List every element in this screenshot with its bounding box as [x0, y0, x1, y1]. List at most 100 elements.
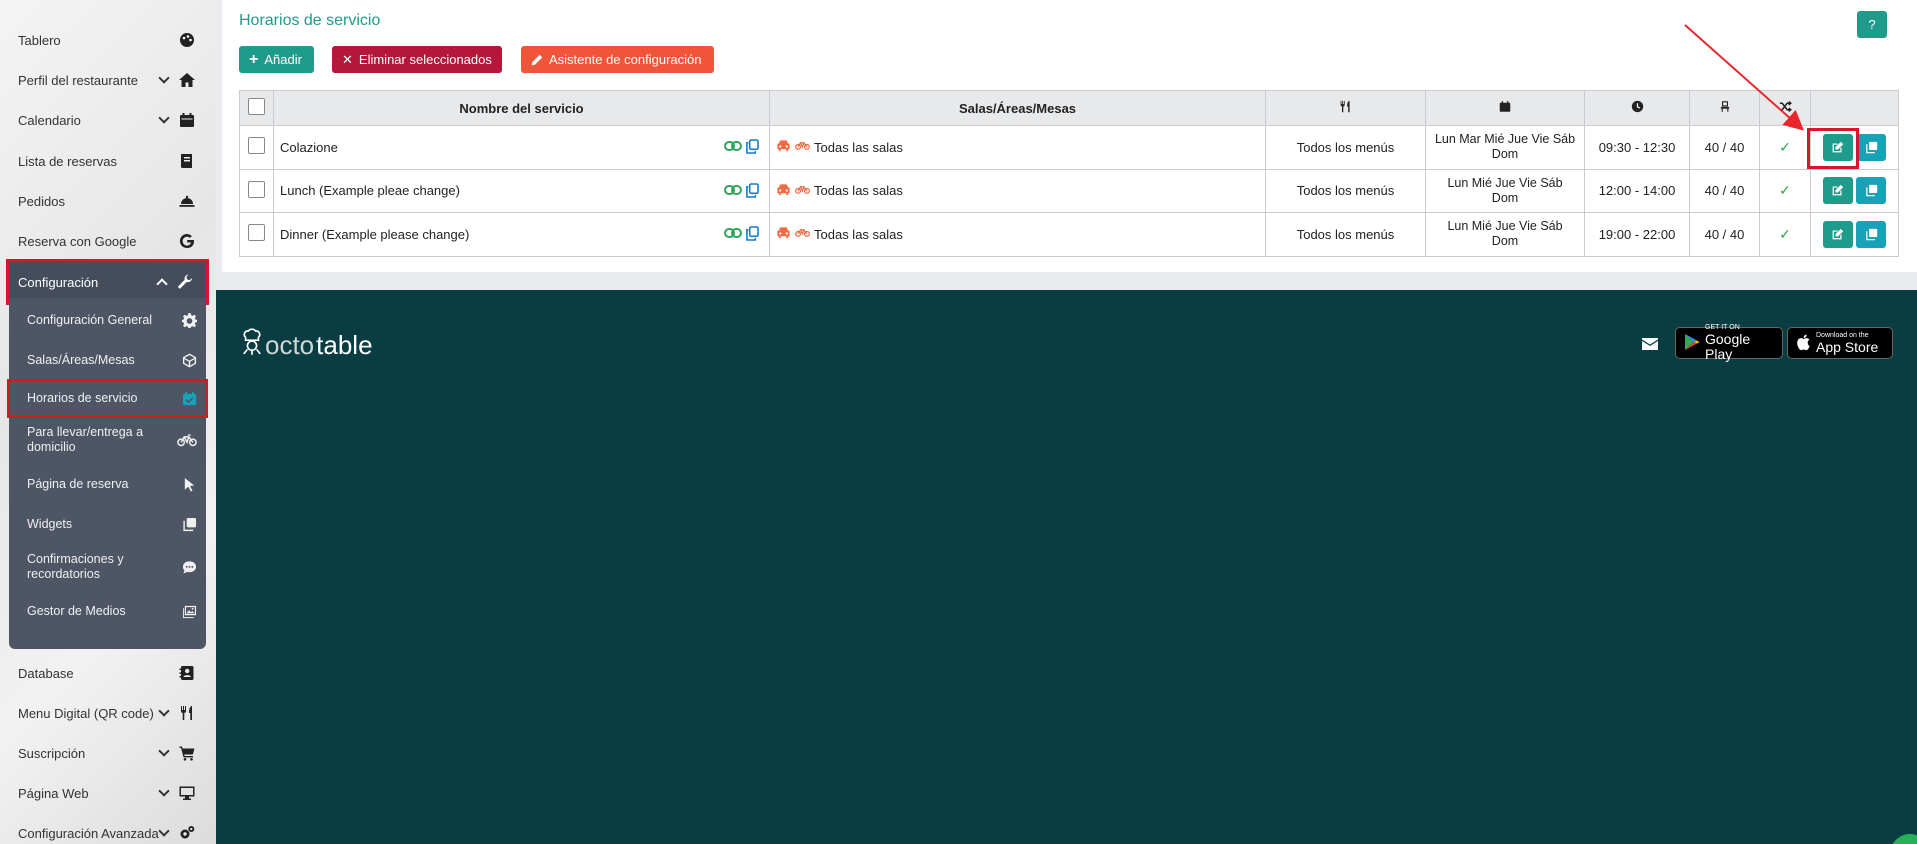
header-salas[interactable]: Salas/Áreas/Mesas — [769, 90, 1266, 126]
clock-icon — [1631, 100, 1644, 116]
sidebar-item-perfil[interactable]: Perfil del restaurante — [0, 60, 208, 100]
submenu-item-llevar[interactable]: Para llevar/entrega a domicilio — [9, 418, 206, 462]
time-cell: 09:30 - 12:30 — [1584, 125, 1690, 170]
link-icon[interactable] — [724, 183, 742, 201]
sidebar-item-configuracion[interactable]: Configuración — [6, 259, 209, 305]
sidebar-item-pagina-web[interactable]: Página Web — [0, 773, 208, 813]
help-button[interactable]: ? — [1857, 11, 1887, 38]
chevron-down-icon — [158, 112, 170, 124]
row-checkbox[interactable] — [248, 180, 265, 198]
cube-icon — [180, 351, 198, 369]
app-store-badge[interactable]: Download on the App Store — [1787, 327, 1893, 359]
submenu-item-pagina-reserva[interactable]: Página de reserva — [9, 464, 206, 504]
submenu-item-config-general[interactable]: Configuración General — [9, 300, 206, 340]
service-name-cell: Colazione — [273, 125, 770, 170]
copy-icon — [1866, 141, 1877, 153]
wizard-button[interactable]: Asistente de configuración — [521, 46, 714, 73]
salas-value: Todas las salas — [814, 139, 903, 155]
header-shuffle[interactable] — [1759, 90, 1811, 126]
sidebar-item-label: Database — [18, 665, 74, 681]
mail-icon[interactable] — [1642, 338, 1658, 353]
check-icon: ✓ — [1779, 138, 1791, 155]
days-value: Lun Mar Mié Jue Vie Sáb Dom — [1434, 132, 1576, 162]
table-row[interactable]: Lunch (Example pleae change) Todas las s… — [239, 168, 1899, 213]
sidebar-item-label: Menu Digital (QR code) — [18, 705, 154, 721]
logo-text-table: table — [316, 330, 373, 360]
table-row[interactable]: Dinner (Example please change) Todas las… — [239, 212, 1899, 257]
apple-big-text: App Store — [1816, 338, 1879, 355]
active-cell: ✓ — [1759, 168, 1811, 213]
chair-icon — [1719, 101, 1731, 116]
submenu-item-widgets[interactable]: Widgets — [9, 504, 206, 544]
submenu-item-medios[interactable]: Gestor de Medios — [9, 591, 206, 631]
copy-link-icon[interactable] — [746, 182, 759, 201]
table-row[interactable]: Colazione Todas las salas Todos los menú… — [239, 125, 1899, 170]
actions-cell — [1810, 168, 1899, 213]
copy-link-icon[interactable] — [746, 139, 759, 157]
sidebar-item-calendario[interactable]: Calendario — [0, 100, 208, 140]
sidebar-item-label: Configuración — [18, 274, 99, 290]
submenu-item-label: Widgets — [27, 516, 73, 531]
image-icon — [180, 602, 198, 620]
sidebar-item-suscripcion[interactable]: Suscripción — [0, 733, 208, 773]
sidebar-item-menu-digital[interactable]: Menu Digital (QR code) — [0, 693, 208, 733]
capacity-cell: 40 / 40 — [1689, 212, 1760, 257]
table-header-row: Nombre del servicio Salas/Áreas/Mesas — [239, 90, 1899, 126]
add-button[interactable]: + Añadir — [239, 46, 314, 73]
pointer-icon — [180, 475, 198, 493]
copy-link-icon[interactable] — [746, 226, 759, 244]
edit-button[interactable] — [1822, 177, 1853, 205]
link-icon[interactable] — [724, 139, 742, 157]
sidebar-item-google[interactable]: Reserva con Google — [0, 221, 208, 261]
check-icon: ✓ — [1779, 225, 1791, 242]
submenu-item-label: Configuración General — [27, 312, 153, 327]
chef-icon — [241, 327, 263, 364]
header-capacity[interactable] — [1689, 90, 1760, 126]
submenu-item-confirmaciones[interactable]: Confirmaciones y recordatorios — [9, 545, 206, 589]
sidebar-item-label: Configuración Avanzada — [18, 825, 159, 841]
delete-selected-button[interactable]: ✕ Eliminar seleccionados — [332, 46, 502, 73]
header-name[interactable]: Nombre del servicio — [273, 90, 770, 126]
chevron-down-icon — [158, 785, 170, 797]
sidebar-item-pedidos[interactable]: Pedidos — [0, 181, 208, 221]
google-play-icon — [1684, 333, 1700, 354]
cloche-icon — [178, 192, 196, 210]
select-all-checkbox[interactable] — [248, 98, 265, 115]
menus-cell: Todos los menús — [1265, 212, 1426, 257]
header-time[interactable] — [1584, 90, 1690, 126]
calendar-icon — [1499, 101, 1511, 116]
sidebar-item-lista-reservas[interactable]: Lista de reservas — [0, 141, 208, 181]
sidebar-item-label: Reserva con Google — [18, 233, 137, 249]
service-name: Dinner (Example please change) — [280, 226, 470, 242]
active-cell: ✓ — [1759, 212, 1811, 257]
chevron-up-icon — [156, 278, 168, 290]
wizard-button-label: Asistente de configuración — [549, 52, 702, 67]
google-play-badge[interactable]: GET IT ON Google Play — [1675, 324, 1783, 362]
sidebar-item-config-avanzada[interactable]: Configuración Avanzada — [0, 813, 208, 844]
gears-icon — [178, 824, 196, 842]
add-button-label: Añadir — [264, 52, 302, 67]
header-days[interactable] — [1425, 90, 1585, 126]
submenu-item-label: Página de reserva — [27, 476, 129, 491]
utensils-icon — [1339, 100, 1352, 116]
salas-cell: Todas las salas — [769, 125, 1266, 170]
duplicate-button[interactable] — [1856, 177, 1887, 205]
sidebar-item-database[interactable]: Database — [0, 653, 208, 693]
actions-cell — [1810, 212, 1899, 257]
duplicate-button[interactable] — [1856, 220, 1887, 248]
link-icon[interactable] — [724, 226, 742, 244]
days-cell: Lun Mar Mié Jue Vie Sáb Dom — [1425, 125, 1585, 170]
service-name-cell: Lunch (Example pleae change) — [273, 168, 770, 213]
row-checkbox[interactable] — [248, 137, 265, 155]
edit-button[interactable] — [1822, 220, 1853, 248]
time-cell: 12:00 - 14:00 — [1584, 168, 1690, 213]
submenu-item-salas[interactable]: Salas/Áreas/Mesas — [9, 340, 206, 380]
bicycle-icon — [176, 431, 198, 449]
header-menus[interactable] — [1265, 90, 1426, 126]
duplicate-button[interactable] — [1856, 133, 1887, 161]
row-checkbox[interactable] — [248, 224, 265, 242]
submenu-item-horarios[interactable]: Horarios de servicio — [7, 379, 208, 418]
contact-icon — [178, 664, 196, 682]
sidebar-item-tablero[interactable]: Tablero — [0, 20, 208, 60]
pencil-icon — [531, 54, 543, 66]
